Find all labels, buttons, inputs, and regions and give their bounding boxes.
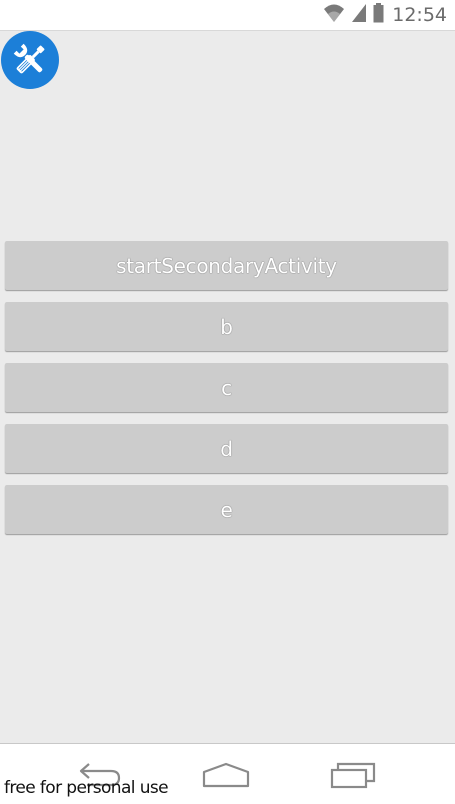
home-icon[interactable] (201, 760, 251, 790)
start-secondary-activity-button[interactable]: startSecondaryActivity (5, 241, 448, 290)
wrench-screwdriver-icon[interactable] (1, 31, 59, 89)
screen: 12:54 startSecondaryActivity b c d e fre… (0, 0, 455, 804)
e-button[interactable]: e (5, 485, 448, 534)
button-list: startSecondaryActivity b c d e (5, 241, 448, 546)
cell-signal-icon (351, 3, 367, 27)
recents-icon[interactable] (328, 760, 378, 790)
wifi-icon (323, 3, 345, 27)
status-bar: 12:54 (0, 0, 455, 31)
b-button[interactable]: b (5, 302, 448, 351)
battery-icon (373, 3, 384, 27)
status-icons: 12:54 (323, 3, 447, 27)
c-button[interactable]: c (5, 363, 448, 412)
d-button[interactable]: d (5, 424, 448, 473)
watermark-text: free for personal use (4, 778, 169, 798)
status-time: 12:54 (392, 4, 447, 26)
